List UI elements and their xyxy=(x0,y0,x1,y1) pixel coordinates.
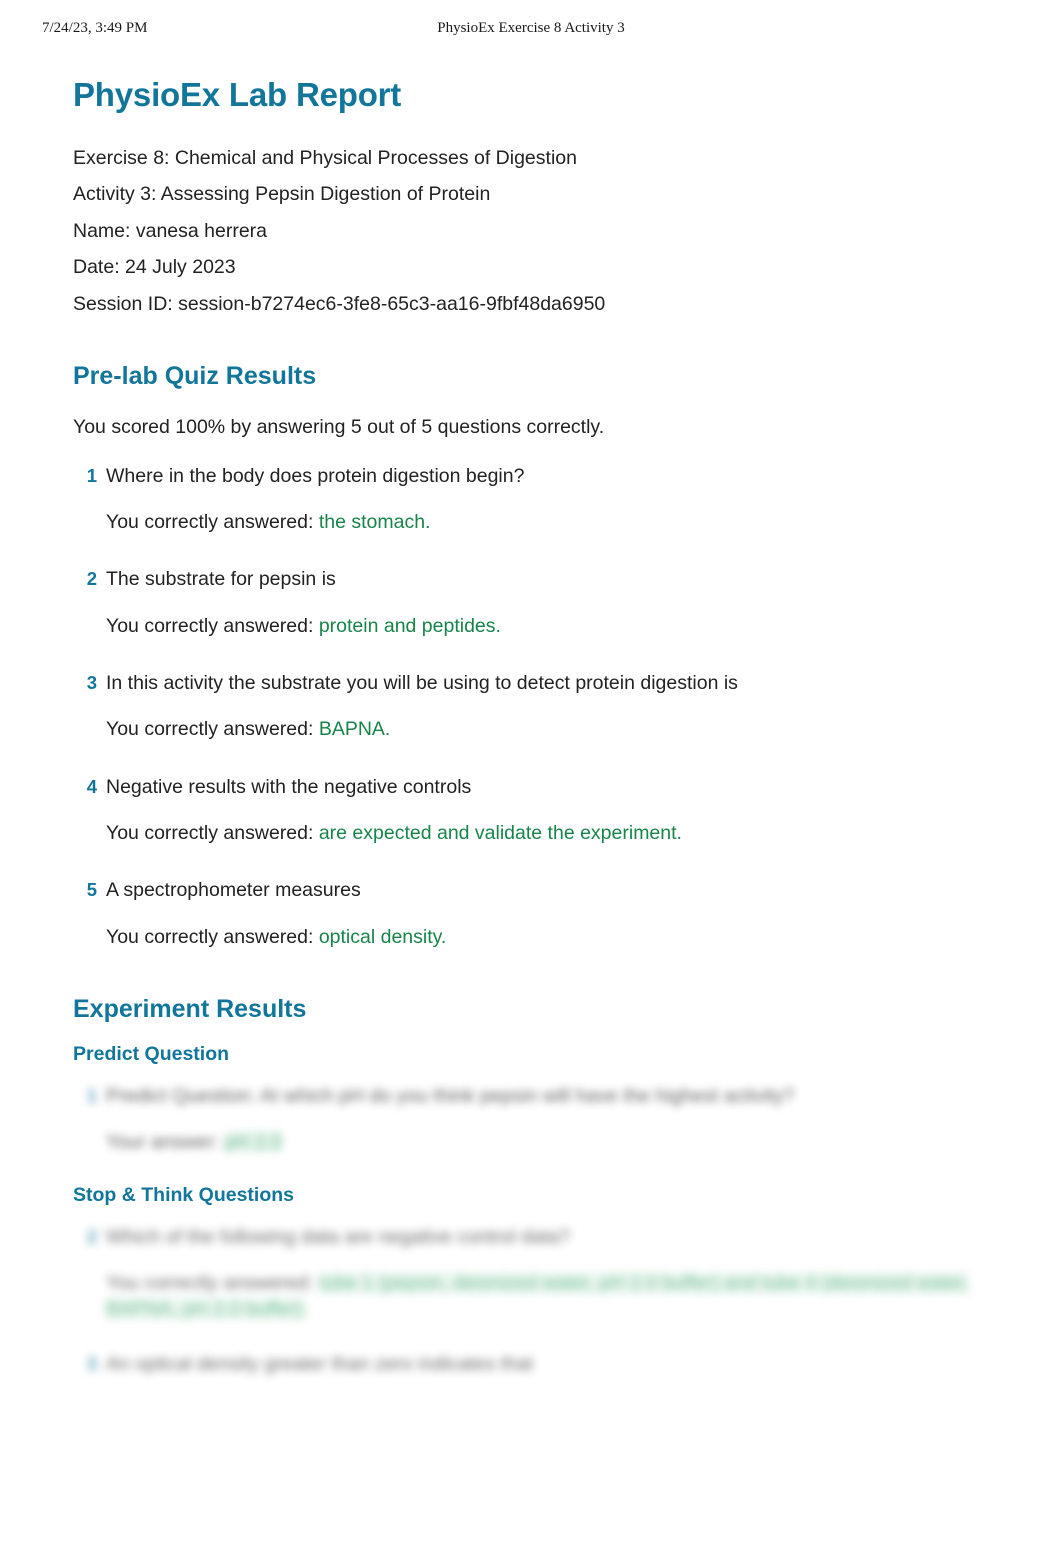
answer-prefix: You correctly answered: xyxy=(106,821,319,844)
subsection-heading-stop-think: Stop & Think Questions xyxy=(73,1183,295,1206)
answer-prefix: Your answer: xyxy=(106,1130,220,1153)
answer-prefix: You correctly answered: xyxy=(106,511,319,534)
section-heading-experiment: Experiment Results xyxy=(73,994,307,1023)
page-title: PhysioEx Lab Report xyxy=(73,76,402,113)
question-text: Predict Question: At which pH do you thi… xyxy=(106,1085,795,1108)
meta-activity: Activity 3: Assessing Pepsin Digestion o… xyxy=(73,183,491,206)
question-text: In this activity the substrate you will … xyxy=(106,672,738,694)
answer-value: pH 2.0 xyxy=(224,1130,282,1153)
answer-prefix: You correctly answered: xyxy=(106,614,319,637)
question-text: Negative results with the negative contr… xyxy=(106,775,472,798)
stop-think-question-item: 2 Which of the following data are negati… xyxy=(73,1224,989,1322)
report-metadata: Exercise 8: Chemical and Physical Proces… xyxy=(73,140,989,323)
answer-prefix: You correctly answered: xyxy=(106,925,319,948)
answer-value: the stomach. xyxy=(318,511,431,534)
answer-row: Your answer: pH 2.0 xyxy=(106,1129,989,1155)
prelab-question-item: 2 The substrate for pepsin is You correc… xyxy=(73,566,989,639)
answer-row: You correctly answered: the stomach. xyxy=(106,509,989,535)
meta-exercise: Exercise 8: Chemical and Physical Proces… xyxy=(73,146,577,169)
prelab-question-item: 3 In this activity the substrate you wil… xyxy=(73,670,989,743)
question-text: The substrate for pepsin is xyxy=(106,568,336,591)
answer-prefix: You correctly answered: xyxy=(106,1271,314,1294)
predict-question-list: 1 Predict Question: At which pH do you t… xyxy=(73,1083,989,1155)
prelab-score-text: You scored 100% by answering 5 out of 5 … xyxy=(73,416,605,439)
answer-value: BAPNA. xyxy=(318,718,391,741)
prelab-question-item: 4 Negative results with the negative con… xyxy=(73,774,989,847)
report-content: PhysioEx Lab Report Exercise 8: Chemical… xyxy=(73,0,989,1378)
question-number: 2 xyxy=(86,1226,97,1248)
question-text: An optical density greater than zero ind… xyxy=(106,1353,534,1376)
subsection-heading-predict: Predict Question xyxy=(73,1042,230,1065)
answer-value: protein and peptides. xyxy=(318,614,501,637)
question-number: 5 xyxy=(86,879,97,901)
answer-row: You correctly answered: BAPNA. xyxy=(106,716,989,742)
section-heading-prelab: Pre-lab Quiz Results xyxy=(73,362,317,391)
predict-question-item: 1 Predict Question: At which pH do you t… xyxy=(73,1083,989,1155)
question-text: A spectrophometer measures xyxy=(106,879,361,902)
stop-think-question-item: 3 An optical density greater than zero i… xyxy=(73,1351,989,1377)
answer-row: You correctly answered: are expected and… xyxy=(106,820,989,846)
answer-row: You correctly answered: tube 1 (pepsin, … xyxy=(106,1270,989,1323)
answer-row: You correctly answered: optical density. xyxy=(106,924,989,950)
answer-prefix: You correctly answered: xyxy=(106,718,319,741)
answer-value: are expected and validate the experiment… xyxy=(318,821,682,844)
question-number: 3 xyxy=(86,672,97,693)
lab-report-page: PhysioEx Lab Report Exercise 8: Chemical… xyxy=(0,0,1062,1378)
question-text: Where in the body does protein digestion… xyxy=(106,464,525,487)
question-number: 1 xyxy=(86,464,97,486)
meta-name: Name: vanesa herrera xyxy=(73,219,268,242)
answer-row: You correctly answered: protein and pept… xyxy=(106,613,989,639)
prelab-question-list: 1 Where in the body does protein digesti… xyxy=(73,463,989,950)
prelab-question-item: 5 A spectrophometer measures You correct… xyxy=(73,877,989,950)
stop-think-question-list: 2 Which of the following data are negati… xyxy=(73,1224,989,1377)
question-number: 2 xyxy=(86,568,97,590)
meta-date: Date: 24 July 2023 xyxy=(73,256,236,279)
question-number: 3 xyxy=(86,1353,97,1375)
question-number: 4 xyxy=(86,775,97,797)
meta-session-id: Session ID: session-b7274ec6-3fe8-65c3-a… xyxy=(73,292,606,315)
prelab-question-item: 1 Where in the body does protein digesti… xyxy=(73,463,989,536)
question-text: Which of the following data are negative… xyxy=(106,1226,570,1249)
question-number: 1 xyxy=(86,1085,97,1107)
answer-value: optical density. xyxy=(318,925,447,948)
